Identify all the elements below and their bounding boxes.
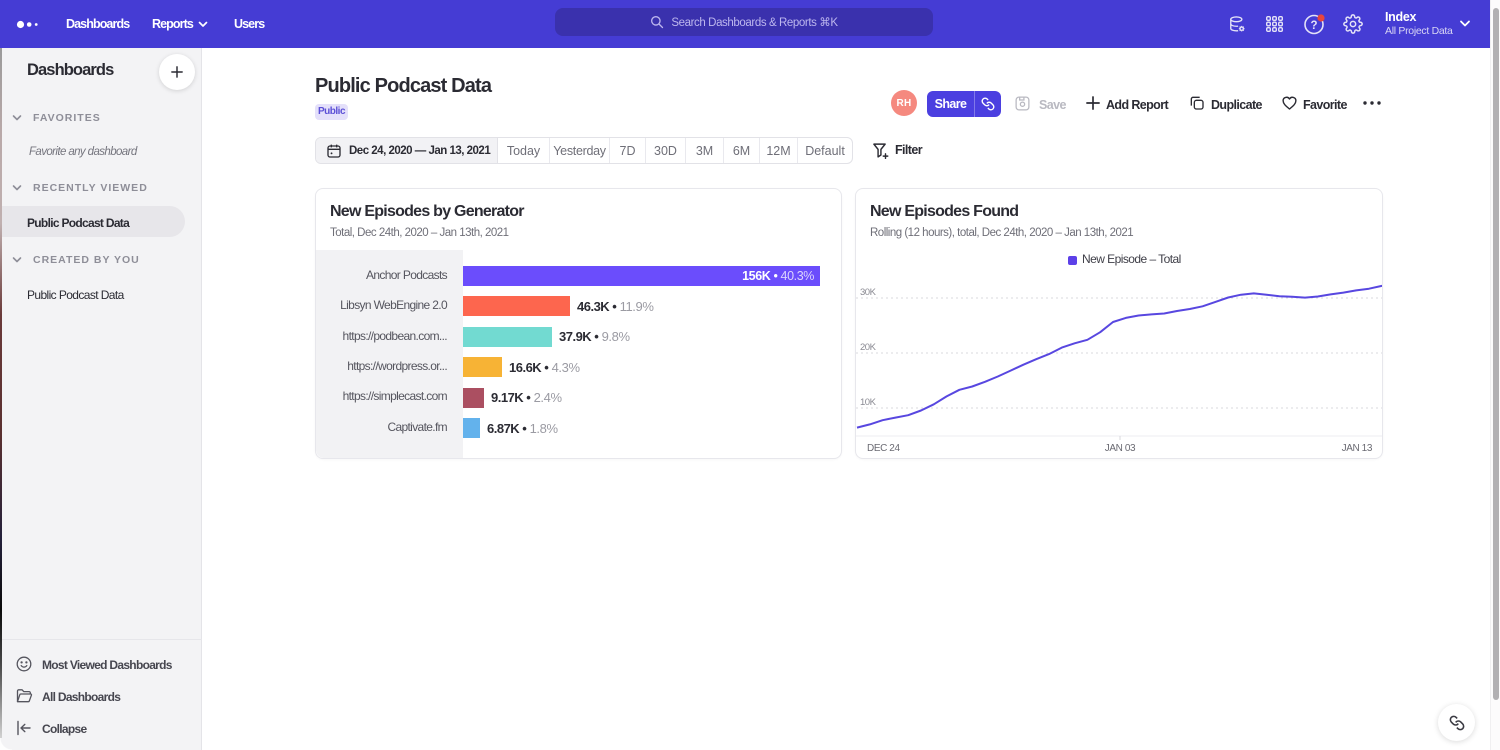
svg-text:20K: 20K (860, 342, 877, 353)
svg-text:30K: 30K (860, 287, 877, 298)
svg-text:?: ? (1310, 20, 1317, 32)
svg-text:JAN 03: JAN 03 (1105, 443, 1136, 454)
svg-text:JAN 13: JAN 13 (1342, 443, 1373, 454)
svg-text:10K: 10K (860, 397, 877, 408)
svg-text:DEC 24: DEC 24 (867, 443, 900, 454)
